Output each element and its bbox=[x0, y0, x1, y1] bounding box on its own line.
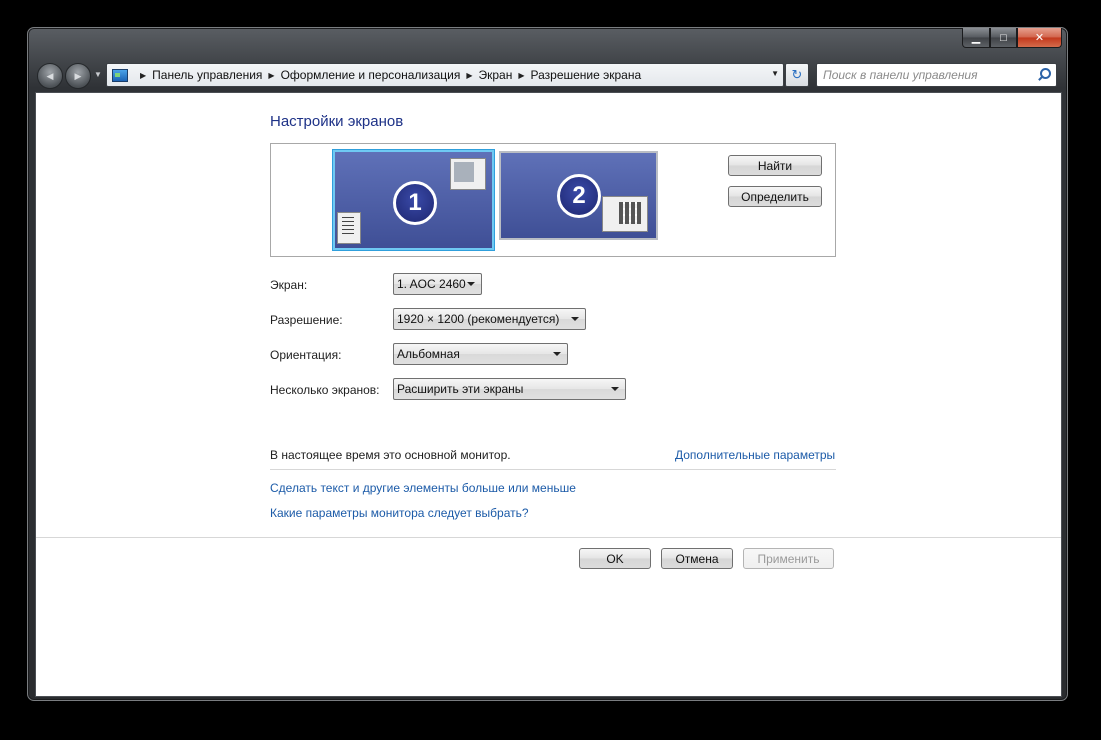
window-thumbnail-icon bbox=[450, 158, 486, 190]
content-pane: Настройки экранов 1 2 Найти Определить Э… bbox=[35, 92, 1062, 697]
orientation-select[interactable]: Альбомная bbox=[393, 343, 568, 365]
document-thumbnail-icon bbox=[337, 212, 361, 244]
monitor-1-tile[interactable]: 1 bbox=[333, 150, 494, 250]
display-arrangement-panel: 1 2 Найти Определить bbox=[270, 143, 836, 257]
monitor-help-link[interactable]: Какие параметры монитора следует выбрать… bbox=[270, 506, 529, 520]
display-select-value: 1. AOC 2460 bbox=[397, 277, 466, 291]
page-title: Настройки экранов bbox=[270, 113, 404, 130]
monitor-number: 1 bbox=[393, 181, 437, 225]
breadcrumb-item-screen-resolution[interactable]: Разрешение экрана bbox=[531, 68, 642, 82]
calendar-thumbnail-icon bbox=[602, 196, 648, 232]
resolution-label: Разрешение: bbox=[270, 313, 343, 327]
chevron-down-icon bbox=[571, 317, 579, 321]
control-panel-window: ▁ □ ✕ ◀ ▶ ▼ ▶ Панель управления ▶ Оформл… bbox=[27, 27, 1068, 701]
forward-button[interactable]: ▶ bbox=[65, 63, 91, 89]
chevron-down-icon bbox=[467, 282, 475, 286]
chevron-right-icon[interactable]: ▶ bbox=[268, 71, 274, 80]
multiple-displays-select[interactable]: Расширить эти экраны bbox=[393, 378, 626, 400]
breadcrumb: ▶ Панель управления ▶ Оформление и персо… bbox=[134, 68, 641, 82]
monitor-number: 2 bbox=[557, 174, 601, 218]
chevron-right-icon[interactable]: ▶ bbox=[466, 71, 472, 80]
primary-monitor-status: В настоящее время это основной монитор. bbox=[270, 448, 511, 462]
close-button[interactable]: ✕ bbox=[1017, 28, 1062, 48]
detect-button[interactable]: Найти bbox=[728, 155, 822, 176]
chevron-down-icon bbox=[553, 352, 561, 356]
display-select[interactable]: 1. AOC 2460 bbox=[393, 273, 482, 295]
resolution-select-value: 1920 × 1200 (рекомендуется) bbox=[397, 312, 560, 326]
identify-button[interactable]: Определить bbox=[728, 186, 822, 207]
orientation-label: Ориентация: bbox=[270, 348, 342, 362]
multiple-displays-label: Несколько экранов: bbox=[270, 383, 380, 397]
maximize-button[interactable]: □ bbox=[990, 28, 1017, 48]
orientation-select-value: Альбомная bbox=[397, 347, 460, 361]
display-label: Экран: bbox=[270, 278, 308, 292]
refresh-button[interactable]: ↻ bbox=[785, 63, 809, 87]
search-icon[interactable] bbox=[1036, 67, 1052, 83]
search-input[interactable] bbox=[817, 67, 1036, 83]
back-button[interactable]: ◀ bbox=[37, 63, 63, 89]
multiple-displays-select-value: Расширить эти экраны bbox=[397, 382, 524, 396]
apply-button[interactable]: Применить bbox=[743, 548, 834, 569]
resolution-select[interactable]: 1920 × 1200 (рекомендуется) bbox=[393, 308, 586, 330]
minimize-button[interactable]: ▁ bbox=[962, 28, 990, 48]
address-dropdown-icon[interactable]: ▼ bbox=[771, 69, 779, 78]
recent-pages-icon[interactable]: ▼ bbox=[94, 70, 102, 79]
divider bbox=[270, 469, 836, 470]
divider bbox=[36, 537, 1061, 538]
back-arrow-icon: ◀ bbox=[46, 70, 54, 81]
refresh-icon: ↻ bbox=[791, 67, 803, 82]
caption-buttons: ▁ □ ✕ bbox=[962, 28, 1062, 48]
chevron-down-icon bbox=[611, 387, 619, 391]
advanced-settings-link[interactable]: Дополнительные параметры bbox=[675, 448, 835, 462]
text-size-link[interactable]: Сделать текст и другие элементы больше и… bbox=[270, 481, 576, 495]
breadcrumb-item-appearance[interactable]: Оформление и персонализация bbox=[281, 68, 461, 82]
cancel-button[interactable]: Отмена bbox=[661, 548, 733, 569]
breadcrumb-item-control-panel[interactable]: Панель управления bbox=[152, 68, 262, 82]
search-box[interactable] bbox=[816, 63, 1057, 87]
address-bar[interactable]: ▶ Панель управления ▶ Оформление и персо… bbox=[106, 63, 784, 87]
ok-button[interactable]: OK bbox=[579, 548, 651, 569]
monitor-2-tile[interactable]: 2 bbox=[499, 151, 658, 240]
forward-arrow-icon: ▶ bbox=[74, 70, 82, 81]
chevron-right-icon[interactable]: ▶ bbox=[518, 71, 524, 80]
breadcrumb-item-display[interactable]: Экран bbox=[478, 68, 512, 82]
control-panel-icon bbox=[112, 68, 128, 82]
chevron-right-icon[interactable]: ▶ bbox=[140, 71, 146, 80]
